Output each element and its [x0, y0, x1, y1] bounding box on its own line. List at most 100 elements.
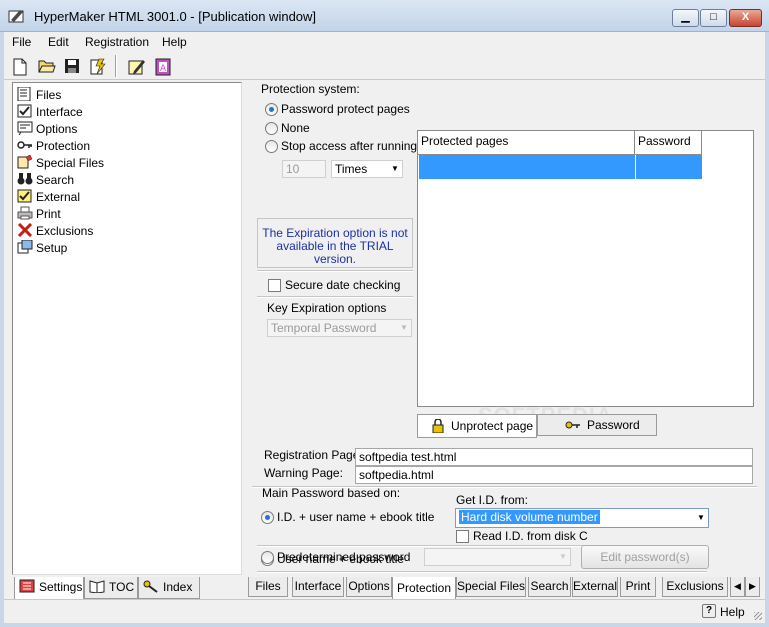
binoculars-icon	[17, 173, 33, 185]
id-user-label: I.D. + user name + ebook title	[277, 510, 435, 524]
tree-label: Exclusions	[36, 224, 94, 238]
table-row-selected-password[interactable]	[636, 155, 702, 179]
password-button-label: Password	[587, 418, 640, 432]
none-label: None	[281, 121, 310, 135]
trial-note: The Expiration option is not available i…	[257, 218, 413, 268]
tree-label: Options	[36, 122, 78, 136]
red-x-icon	[17, 223, 33, 237]
tree-item-print[interactable]: Print	[17, 206, 61, 223]
help-button[interactable]: ? Help	[698, 602, 748, 621]
get-id-label: Get I.D. from:	[456, 493, 529, 507]
tree-item-external[interactable]: External	[17, 189, 80, 206]
tree-label: Setup	[36, 241, 68, 255]
tree-label: External	[36, 190, 81, 204]
tree-item-search[interactable]: Search	[17, 172, 74, 189]
column-header-password[interactable]: Password	[635, 131, 702, 155]
menu-help[interactable]: Help	[156, 32, 193, 52]
tab-search[interactable]: Search	[528, 577, 571, 597]
resize-grip-icon[interactable]	[754, 612, 762, 620]
edit-pencil-icon[interactable]	[124, 54, 148, 77]
status-bar: ? Help	[4, 599, 765, 623]
menu-edit[interactable]: Edit	[42, 32, 75, 52]
get-id-dropdown[interactable]: Hard disk volume number ▼	[455, 508, 709, 528]
client-area: File Edit Registration Help A Files Inte…	[4, 32, 765, 623]
tree-item-setup[interactable]: Setup	[17, 240, 67, 257]
open-folder-icon[interactable]	[34, 54, 58, 77]
settings-icon	[19, 579, 35, 593]
key-icon	[565, 421, 580, 429]
warning-page-input[interactable]: softpedia.html	[355, 466, 753, 484]
none-radio[interactable]	[265, 122, 278, 135]
protection-system-label: Protection system:	[261, 82, 360, 96]
tab-label: Index	[163, 580, 193, 594]
tab-settings[interactable]: Settings	[14, 577, 84, 601]
column-header-protected-pages[interactable]: Protected pages	[418, 131, 635, 155]
secure-date-checkbox[interactable]	[268, 279, 281, 292]
tree-label: Interface	[36, 105, 83, 119]
id-user-radio[interactable]	[261, 511, 274, 524]
build-icon[interactable]	[86, 54, 110, 77]
tab-external[interactable]: External	[572, 577, 618, 597]
tab-index[interactable]: Index	[138, 577, 200, 599]
key-icon	[17, 141, 32, 149]
tab-options[interactable]: Options	[346, 577, 392, 597]
tab-protection[interactable]: Protection	[392, 577, 456, 601]
protected-pages-table[interactable]: Protected pages Password SOFTPEDIA	[417, 130, 754, 428]
menu-file[interactable]: File	[6, 32, 37, 52]
divider	[257, 571, 707, 573]
password-button[interactable]: Password	[537, 414, 657, 436]
read-id-disk-checkbox[interactable]	[456, 530, 469, 543]
chevron-down-icon: ▼	[400, 323, 408, 332]
tree-item-options[interactable]: Options	[17, 121, 77, 138]
tab-files[interactable]: Files	[248, 577, 288, 597]
menu-registration[interactable]: Registration	[79, 32, 155, 52]
new-file-icon[interactable]	[8, 54, 32, 77]
special-files-icon	[17, 155, 33, 169]
times-unit-value: Times	[335, 162, 368, 176]
tab-interface[interactable]: Interface	[292, 577, 344, 597]
main-password-label: Main Password based on:	[262, 486, 401, 500]
times-unit-dropdown[interactable]: Times ▼	[331, 160, 403, 178]
chevron-down-icon: ▼	[391, 164, 399, 173]
predetermined-dropdown[interactable]: ▼	[424, 548, 571, 566]
tab-label: TOC	[109, 580, 135, 594]
tree-item-exclusions[interactable]: Exclusions	[17, 223, 93, 240]
tree-item-files[interactable]: Files	[17, 87, 61, 104]
edit-passwords-button[interactable]: Edit password(s)	[581, 545, 709, 569]
times-count-input[interactable]: 10	[282, 160, 326, 178]
toc-book-icon	[89, 580, 105, 593]
password-protect-radio[interactable]	[265, 103, 278, 116]
help-question-icon: ?	[702, 604, 716, 618]
maximize-button[interactable]: □	[700, 9, 727, 27]
tree-item-interface[interactable]: Interface	[17, 104, 83, 121]
unprotect-page-button[interactable]: Unprotect page	[417, 414, 537, 438]
tab-print[interactable]: Print	[620, 577, 656, 597]
scroll-left-arrow-icon[interactable]: ◀	[730, 577, 745, 597]
toolbar: A	[4, 52, 765, 80]
tab-exclusions[interactable]: Exclusions	[662, 577, 728, 597]
tree-item-protection[interactable]: Protection	[17, 138, 90, 155]
predetermined-radio[interactable]	[261, 551, 274, 564]
scroll-right-arrow-icon[interactable]: ▶	[745, 577, 760, 597]
interface-icon	[17, 104, 32, 118]
tab-special-files[interactable]: Special Files	[456, 577, 526, 597]
setup-icon	[17, 240, 33, 254]
tree-label: Print	[36, 207, 61, 221]
tab-toc[interactable]: TOC	[84, 577, 138, 599]
external-icon	[17, 189, 32, 203]
stop-access-label: Stop access after running:	[281, 139, 421, 153]
minimize-button[interactable]: ▁	[672, 9, 699, 27]
tree-item-special-files[interactable]: Special Files	[17, 155, 104, 172]
tree-label: Files	[36, 88, 62, 102]
save-disk-icon[interactable]	[60, 54, 84, 77]
menu-bar: File Edit Registration Help	[4, 32, 765, 52]
divider	[257, 296, 413, 298]
table-row-selected-page[interactable]	[419, 155, 635, 179]
files-icon	[17, 87, 31, 101]
key-expiration-dropdown[interactable]: Temporal Password ▼	[267, 319, 412, 337]
stop-access-radio[interactable]	[265, 140, 278, 153]
publication-icon[interactable]: A	[150, 54, 174, 77]
registration-page-input[interactable]: softpedia test.html	[355, 448, 753, 466]
close-button[interactable]: X	[729, 9, 762, 27]
settings-tree: Files Interface Options Protection Speci…	[12, 82, 242, 575]
